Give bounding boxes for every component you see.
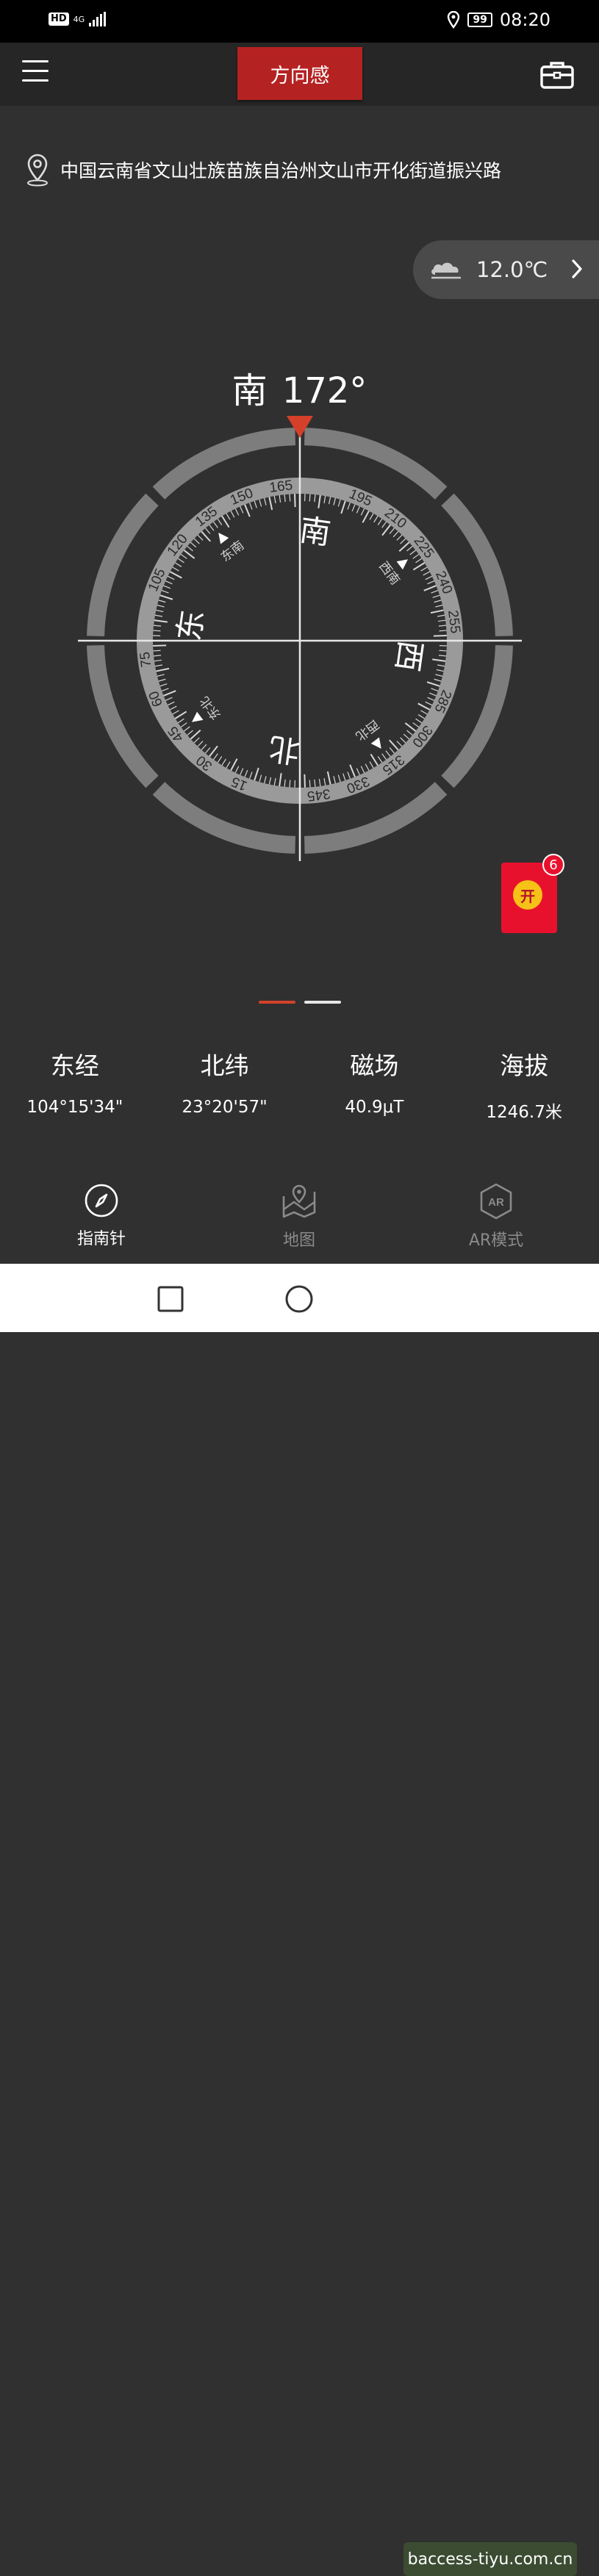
stat-value: 23°20'57" — [182, 1098, 268, 1117]
heading-readout: 南 172° — [0, 361, 599, 413]
location-pin-icon — [448, 11, 460, 29]
stat-label: 北纬 — [200, 1051, 249, 1080]
stat-label: 东经 — [50, 1051, 99, 1080]
stat-longitude: 东经 104°15'34" — [0, 1046, 150, 1123]
heading-degrees: 172° — [281, 370, 367, 411]
stat-value: 1246.7米 — [486, 1103, 562, 1122]
app-bar: 方向感 — [0, 43, 599, 106]
nav-label: 指南针 — [76, 1230, 126, 1248]
nav-ar[interactable]: AR AR模式 — [437, 1183, 555, 1251]
weather-pill[interactable]: 12.0℃ — [413, 240, 599, 299]
system-nav-bar: baccess-tiyu.com.cn — [0, 1264, 599, 2576]
nav-label: 地图 — [282, 1231, 315, 1250]
cardinal-label: 东 — [171, 608, 210, 643]
menu-icon[interactable] — [22, 60, 49, 87]
toolbox-icon[interactable] — [539, 60, 575, 90]
compass-degree-label: 165 — [268, 478, 293, 496]
app-title: 方向感 — [237, 47, 362, 100]
stat-value: 104°15'34" — [26, 1098, 123, 1117]
location-address: 中国云南省文山壮族苗族自治州文山市开化街道振兴路 — [60, 160, 502, 181]
network-type: 4G — [73, 14, 85, 24]
stat-value: 40.9μT — [345, 1098, 404, 1117]
stat-label: 磁场 — [350, 1051, 399, 1080]
heading-direction: 南 — [232, 370, 268, 411]
compass-degree-label: 75 — [137, 651, 154, 669]
recent-apps-button[interactable] — [157, 1286, 184, 1312]
nav-map[interactable]: 地图 — [240, 1183, 358, 1251]
stat-label: 海拔 — [500, 1051, 549, 1080]
compass-degree-label: 345 — [306, 785, 331, 804]
svg-text:AR: AR — [488, 1196, 504, 1209]
stat-magnetic-field: 磁场 40.9μT — [300, 1046, 450, 1123]
cardinal-label: 南 — [298, 511, 333, 551]
cardinal-label: 西 — [389, 638, 428, 674]
cardinal-label: 北 — [267, 730, 302, 769]
map-icon — [282, 1184, 316, 1218]
red-packet-label: 开 — [513, 880, 542, 910]
red-packet-button[interactable]: 开 6 — [501, 854, 564, 933]
temperature: 12.0℃ — [476, 257, 548, 282]
status-bar: HD 4G 99 08:20 — [0, 0, 599, 43]
battery-icon: 99 — [467, 12, 492, 27]
chevron-right-icon — [572, 259, 582, 278]
bottom-nav: 指南针 地图 AR AR模式 — [0, 1183, 599, 1264]
page-dot[interactable] — [304, 1001, 341, 1004]
location-row: 中国云南省文山壮族苗族自治州文山市开化街道振兴路 — [26, 153, 501, 187]
stat-altitude: 海拔 1246.7米 — [449, 1046, 599, 1123]
sensor-stats: 东经 104°15'34" 北纬 23°20'57" 磁场 40.9μT 海拔 … — [0, 1046, 599, 1123]
notification-badge: 6 — [542, 854, 564, 876]
location-pin-icon — [27, 154, 48, 187]
compass-icon — [85, 1184, 118, 1217]
compass-dial: 1530456075105120135150 165 195210225240255… — [78, 416, 522, 861]
clock: 08:20 — [499, 10, 550, 30]
hd-indicator: HD — [49, 12, 69, 26]
signal-icon — [89, 12, 107, 26]
cloud-icon — [431, 262, 461, 279]
page-dot-active[interactable] — [259, 1001, 295, 1004]
stat-latitude: 北纬 23°20'57" — [150, 1046, 300, 1123]
nav-label: AR模式 — [468, 1231, 524, 1250]
home-button[interactable] — [284, 1284, 314, 1314]
nav-compass[interactable]: 指南针 — [43, 1183, 160, 1249]
watermark: baccess-tiyu.com.cn — [403, 2542, 577, 2576]
page-indicator — [259, 1001, 341, 1004]
compass-degree-label: 255 — [445, 609, 463, 634]
ar-icon: AR — [480, 1183, 512, 1220]
